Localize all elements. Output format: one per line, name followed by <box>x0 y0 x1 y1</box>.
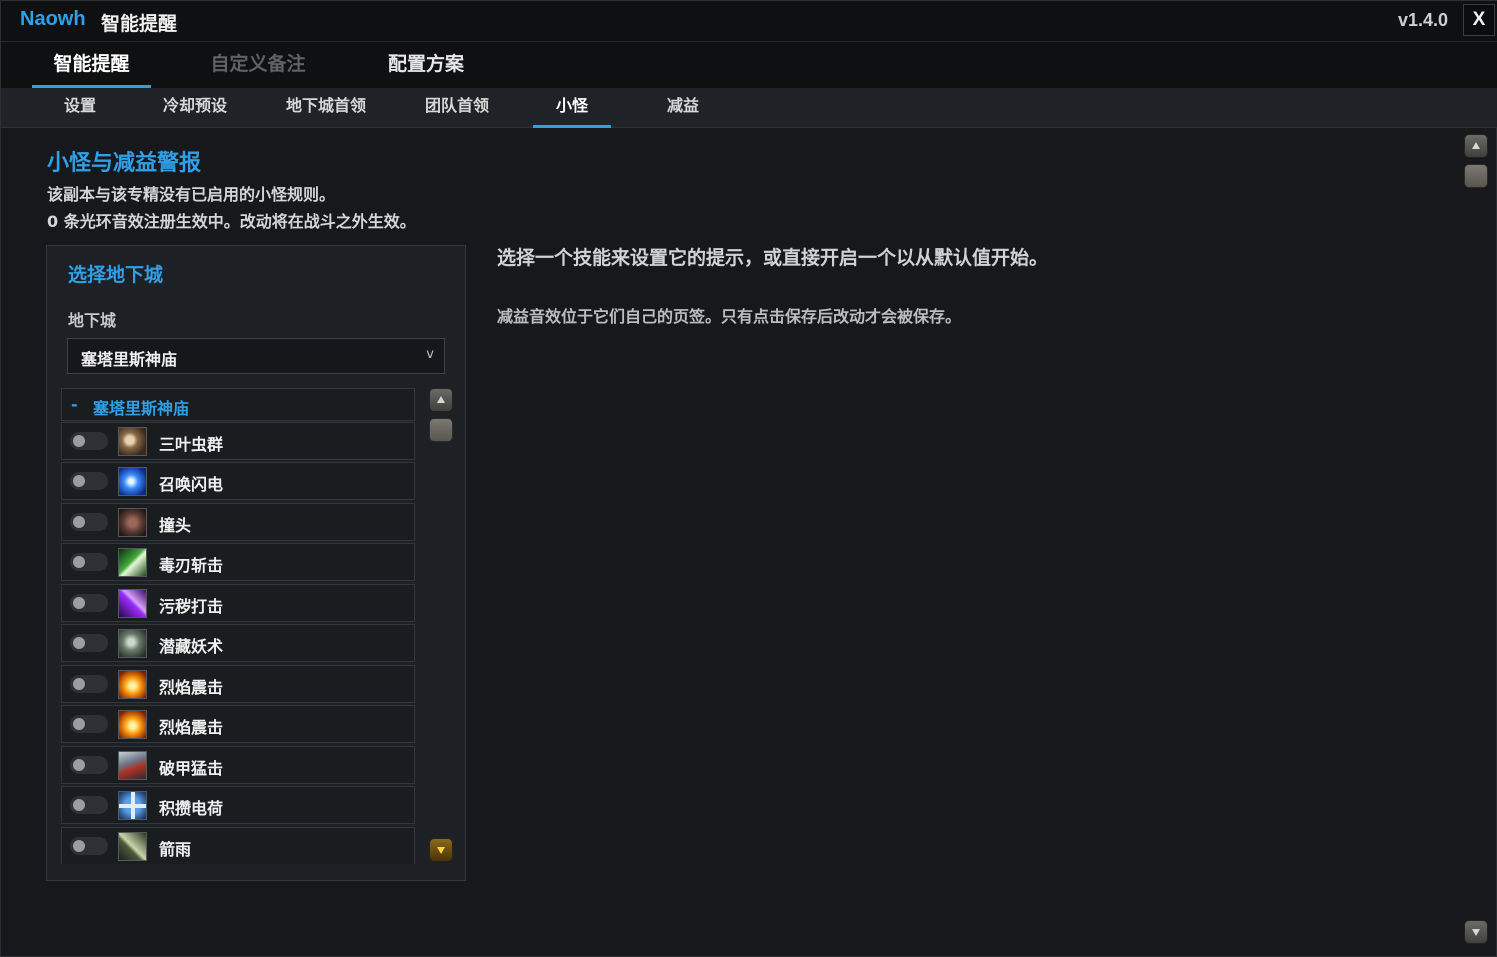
spell-toggle[interactable] <box>70 675 108 693</box>
spell-row[interactable]: 烈焰震击 <box>61 705 415 743</box>
scroll-down-button[interactable] <box>1464 920 1488 944</box>
dungeon-select-panel: 选择地下城 地下城 塞塔里斯神庙 v - 塞塔里斯神庙 三叶虫群 召唤闪电 撞头… <box>46 245 466 881</box>
dungeon-dropdown[interactable]: 塞塔里斯神庙 v <box>67 338 445 374</box>
spell-name: 毒刃斩击 <box>159 556 224 575</box>
beetle-swarm-icon <box>118 427 147 456</box>
arrow-down-icon <box>1472 929 1480 936</box>
dropdown-value: 塞塔里斯神庙 <box>81 350 178 369</box>
venom-blade-icon <box>118 548 147 577</box>
spell-name: 三叶虫群 <box>159 435 224 454</box>
subtab-trash[interactable]: 小怪 <box>533 88 611 128</box>
app-window: Naowh 智能提醒 v1.4.0 X 智能提醒 自定义备注 配置方案 设置 冷… <box>0 0 1497 957</box>
spell-name: 破甲猛击 <box>159 759 224 778</box>
spell-name: 撞头 <box>159 516 192 535</box>
sunder-icon <box>118 751 147 780</box>
arrow-up-icon <box>1472 142 1480 149</box>
spell-row[interactable]: 撞头 <box>61 503 415 541</box>
spell-toggle[interactable] <box>70 432 108 450</box>
spell-toggle[interactable] <box>70 594 108 612</box>
spell-toggle[interactable] <box>70 796 108 814</box>
collapse-icon: - <box>71 395 78 414</box>
spell-name: 烈焰震击 <box>159 678 224 697</box>
hex-icon <box>118 629 147 658</box>
spell-row[interactable]: 三叶虫群 <box>61 422 415 460</box>
spell-name: 潜藏妖术 <box>159 637 224 656</box>
spell-row[interactable]: 污秽打击 <box>61 584 415 622</box>
arrow-volley-icon <box>118 832 147 861</box>
scroll-up-button[interactable] <box>1464 134 1488 158</box>
subtab-settings[interactable]: 设置 <box>43 88 117 128</box>
headbutt-icon <box>118 508 147 537</box>
list-scroll-up-button[interactable] <box>429 388 453 412</box>
spell-toggle[interactable] <box>70 756 108 774</box>
group-header[interactable]: - 塞塔里斯神庙 <box>61 388 415 421</box>
close-button[interactable]: X <box>1463 4 1495 36</box>
spell-toggle[interactable] <box>70 837 108 855</box>
spell-list: - 塞塔里斯神庙 三叶虫群 召唤闪电 撞头 毒刃斩击 污秽打击 潜藏妖术 烈焰震… <box>61 388 415 864</box>
tab-smart-reminders[interactable]: 智能提醒 <box>32 42 151 88</box>
section-title: 小怪与减益警报 <box>47 151 202 176</box>
flame-shock-icon <box>118 710 147 739</box>
instruction-message: 选择一个技能来设置它的提示，或直接开启一个以从默认值开始。 <box>497 247 1049 269</box>
window-title: 智能提醒 <box>101 13 178 35</box>
spell-name: 积攒电荷 <box>159 799 224 818</box>
spell-name: 烈焰震击 <box>159 718 224 737</box>
spell-row[interactable]: 积攒电荷 <box>61 786 415 824</box>
defile-strike-icon <box>118 589 147 618</box>
subtab-dungeon-bosses[interactable]: 地下城首领 <box>271 88 381 128</box>
spell-toggle[interactable] <box>70 513 108 531</box>
spell-name: 召唤闪电 <box>159 475 224 494</box>
lightning-icon <box>118 467 147 496</box>
spell-toggle[interactable] <box>70 553 108 571</box>
subtab-debuffs[interactable]: 减益 <box>646 88 720 128</box>
spell-toggle[interactable] <box>70 472 108 490</box>
subtab-raid-bosses[interactable]: 团队首领 <box>411 88 503 128</box>
static-charge-icon <box>118 791 147 820</box>
spell-row[interactable]: 箭雨 <box>61 827 415 864</box>
spell-name: 箭雨 <box>159 840 192 859</box>
spell-name: 污秽打击 <box>159 597 224 616</box>
main-tab-bar: 智能提醒 自定义备注 配置方案 <box>1 42 1497 88</box>
chevron-down-icon: v <box>426 347 434 362</box>
sub-tab-bar: 设置 冷却预设 地下城首领 团队首领 小怪 减益 <box>1 88 1497 128</box>
tab-custom-notes[interactable]: 自定义备注 <box>191 42 325 88</box>
version-label: v1.4.0 <box>1397 10 1448 30</box>
spell-row[interactable]: 破甲猛击 <box>61 746 415 784</box>
spell-row[interactable]: 烈焰震击 <box>61 665 415 703</box>
subtab-cooldown-presets[interactable]: 冷却预设 <box>149 88 241 128</box>
spell-row[interactable]: 潜藏妖术 <box>61 624 415 662</box>
section-description: 该副本与该专精没有已启用的小怪规则。 <box>47 185 336 204</box>
tab-profiles[interactable]: 配置方案 <box>366 42 486 88</box>
section-status: 0 条光环音效注册生效中。改动将在战斗之外生效。 <box>47 212 416 231</box>
panel-title: 选择地下城 <box>68 264 164 286</box>
title-bar[interactable]: Naowh 智能提醒 v1.4.0 X <box>1 1 1497 42</box>
save-hint-message: 减益音效位于它们自己的页签。只有点击保存后改动才会被保存。 <box>497 307 962 326</box>
list-scrollbar-thumb[interactable] <box>429 418 453 442</box>
dungeon-field-label: 地下城 <box>68 311 117 330</box>
spell-toggle[interactable] <box>70 634 108 652</box>
flame-shock-icon <box>118 670 147 699</box>
arrow-up-icon <box>437 396 445 403</box>
group-label: 塞塔里斯神庙 <box>93 399 190 418</box>
spell-toggle[interactable] <box>70 715 108 733</box>
scrollbar-thumb[interactable] <box>1464 164 1488 188</box>
arrow-down-icon <box>437 847 445 854</box>
list-scroll-down-button[interactable] <box>429 838 453 862</box>
spell-row[interactable]: 毒刃斩击 <box>61 543 415 581</box>
brand-name: Naowh <box>20 8 86 30</box>
spell-row[interactable]: 召唤闪电 <box>61 462 415 500</box>
